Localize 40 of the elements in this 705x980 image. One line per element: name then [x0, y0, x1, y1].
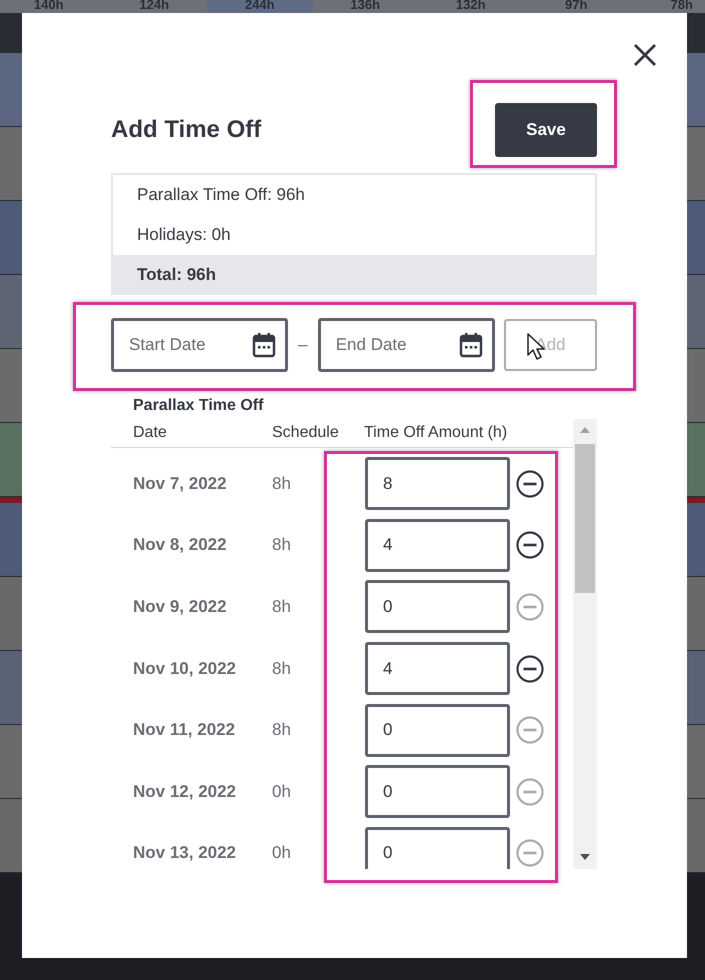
- summary-line: Holidays: 0h: [136, 224, 232, 246]
- date-cell-text: Nov 11, 2022: [133, 720, 236, 740]
- schedule-cell-text: 8h: [272, 658, 292, 679]
- summary-line: Parallax Time Off: 96h: [136, 184, 306, 206]
- amount-field[interactable]: 4: [365, 518, 510, 572]
- section-title: Parallax Time Off: [132, 397, 264, 416]
- scroll-down-icon[interactable]: [579, 853, 591, 861]
- close-icon[interactable]: [633, 43, 657, 67]
- amount-field[interactable]: 8: [365, 457, 510, 510]
- date-cell-text: Nov 9, 2022: [133, 596, 228, 617]
- schedule-cell-text: 8h: [272, 720, 292, 740]
- column-header: Date: [133, 424, 168, 442]
- calendar-icon[interactable]: [252, 332, 276, 358]
- date-cell-text: Nov 12, 2022: [133, 782, 238, 802]
- schedule-cell-text: 8h: [272, 474, 292, 494]
- date-cell-text: Nov 10, 2022: [133, 658, 238, 679]
- schedule-cell-text: 8h: [272, 596, 292, 617]
- amount-field[interactable]: 0: [365, 826, 510, 869]
- date-cell-text: Nov 13, 2022: [133, 843, 238, 864]
- remove-icon[interactable]: [516, 531, 544, 560]
- remove-icon[interactable]: [516, 654, 544, 683]
- remove-icon[interactable]: [516, 470, 544, 498]
- schedule-cell-text: 8h: [272, 535, 292, 556]
- amount-field[interactable]: 0: [365, 704, 510, 757]
- date-field[interactable]: Start Date: [111, 318, 288, 372]
- schedule-cell-text: 0h: [272, 782, 292, 802]
- scrollbar[interactable]: [573, 419, 597, 869]
- amount-field[interactable]: 0: [365, 765, 510, 818]
- amount-field[interactable]: 4: [365, 642, 510, 696]
- amount-field[interactable]: 0: [365, 580, 510, 634]
- column-header: Schedule: [272, 424, 340, 442]
- dialog-title: Add Time Off: [111, 116, 262, 144]
- date-cell-text: Nov 7, 2022: [133, 474, 228, 494]
- calendar-icon[interactable]: [458, 332, 483, 358]
- schedule-cell-text: 0h: [272, 843, 292, 864]
- date-cell-text: Nov 8, 2022: [133, 535, 228, 556]
- column-header: Time Off Amount (h): [364, 424, 508, 442]
- range-separator: –: [297, 335, 309, 355]
- save-button[interactable]: Save: [495, 103, 597, 157]
- date-field[interactable]: End Date: [318, 318, 495, 372]
